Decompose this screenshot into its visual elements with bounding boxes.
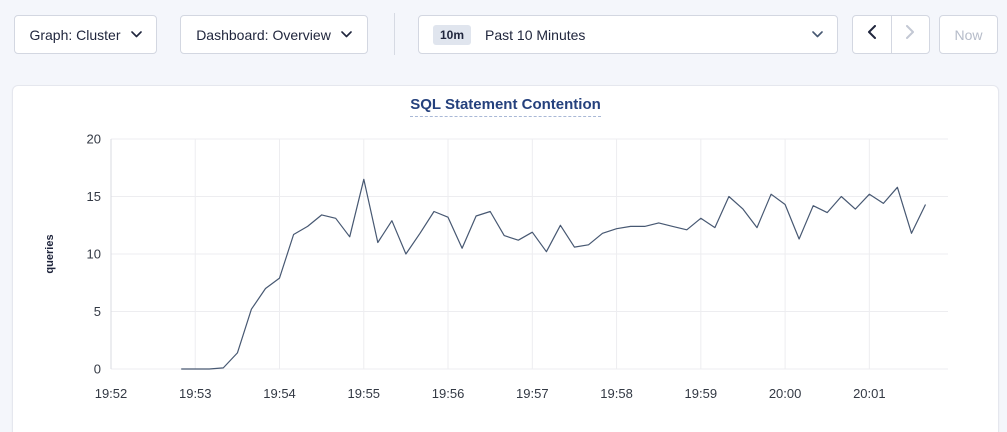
- y-tick-label: 15: [87, 189, 101, 204]
- x-tick-label: 20:00: [769, 386, 802, 401]
- x-tick-label: 19:57: [516, 386, 549, 401]
- contention-chart[interactable]: 19:52 19:53 19:54 19:55 19:56 19:57 19:58 19:59…: [13, 86, 1000, 432]
- now-button[interactable]: Now: [939, 15, 998, 54]
- y-tick-label: 5: [94, 304, 101, 319]
- x-tick-label: 19:53: [179, 386, 212, 401]
- graph-selector-label: Graph: Cluster: [29, 27, 120, 43]
- chevron-right-icon: [906, 25, 915, 44]
- y-tick-label: 0: [94, 362, 101, 377]
- graph-selector-dropdown[interactable]: Graph: Cluster: [14, 15, 157, 54]
- x-tick-label: 19:58: [600, 386, 633, 401]
- x-tick-label: 19:56: [432, 386, 465, 401]
- chevron-down-icon: [341, 31, 352, 38]
- toolbar: Graph: Cluster Dashboard: Overview 10m P…: [0, 0, 1007, 70]
- chevron-left-icon: [867, 25, 876, 44]
- chart-card: SQL Statement Contention 19:5219:5319:54…: [12, 85, 999, 432]
- dashboard-selector-dropdown[interactable]: Dashboard: Overview: [180, 15, 368, 54]
- dashboard-selector-label: Dashboard: Overview: [196, 27, 331, 43]
- series-line: [181, 179, 925, 369]
- previous-time-range-button[interactable]: [853, 16, 891, 53]
- y-tick-label: 10: [87, 247, 101, 262]
- toolbar-divider: [394, 13, 395, 55]
- x-tick-label: 19:55: [348, 386, 381, 401]
- chevron-down-icon: [812, 31, 823, 38]
- page: { "toolbar": { "graph_selector": { "labe…: [0, 0, 1007, 432]
- y-tick-label: 20: [87, 132, 101, 147]
- time-window-badge: 10m: [433, 25, 471, 45]
- chevron-down-icon: [131, 31, 142, 38]
- x-tick-label: 19:59: [685, 386, 718, 401]
- time-window-label: Past 10 Minutes: [485, 27, 585, 43]
- x-tick-label: 20:01: [853, 386, 886, 401]
- x-tick-label: 19:54: [263, 386, 296, 401]
- y-axis-label: queries: [44, 234, 56, 273]
- next-time-range-button[interactable]: [891, 16, 930, 53]
- time-window-dropdown[interactable]: 10m Past 10 Minutes: [418, 15, 838, 54]
- time-range-arrows: [852, 15, 930, 54]
- x-tick-label: 19:52: [95, 386, 128, 401]
